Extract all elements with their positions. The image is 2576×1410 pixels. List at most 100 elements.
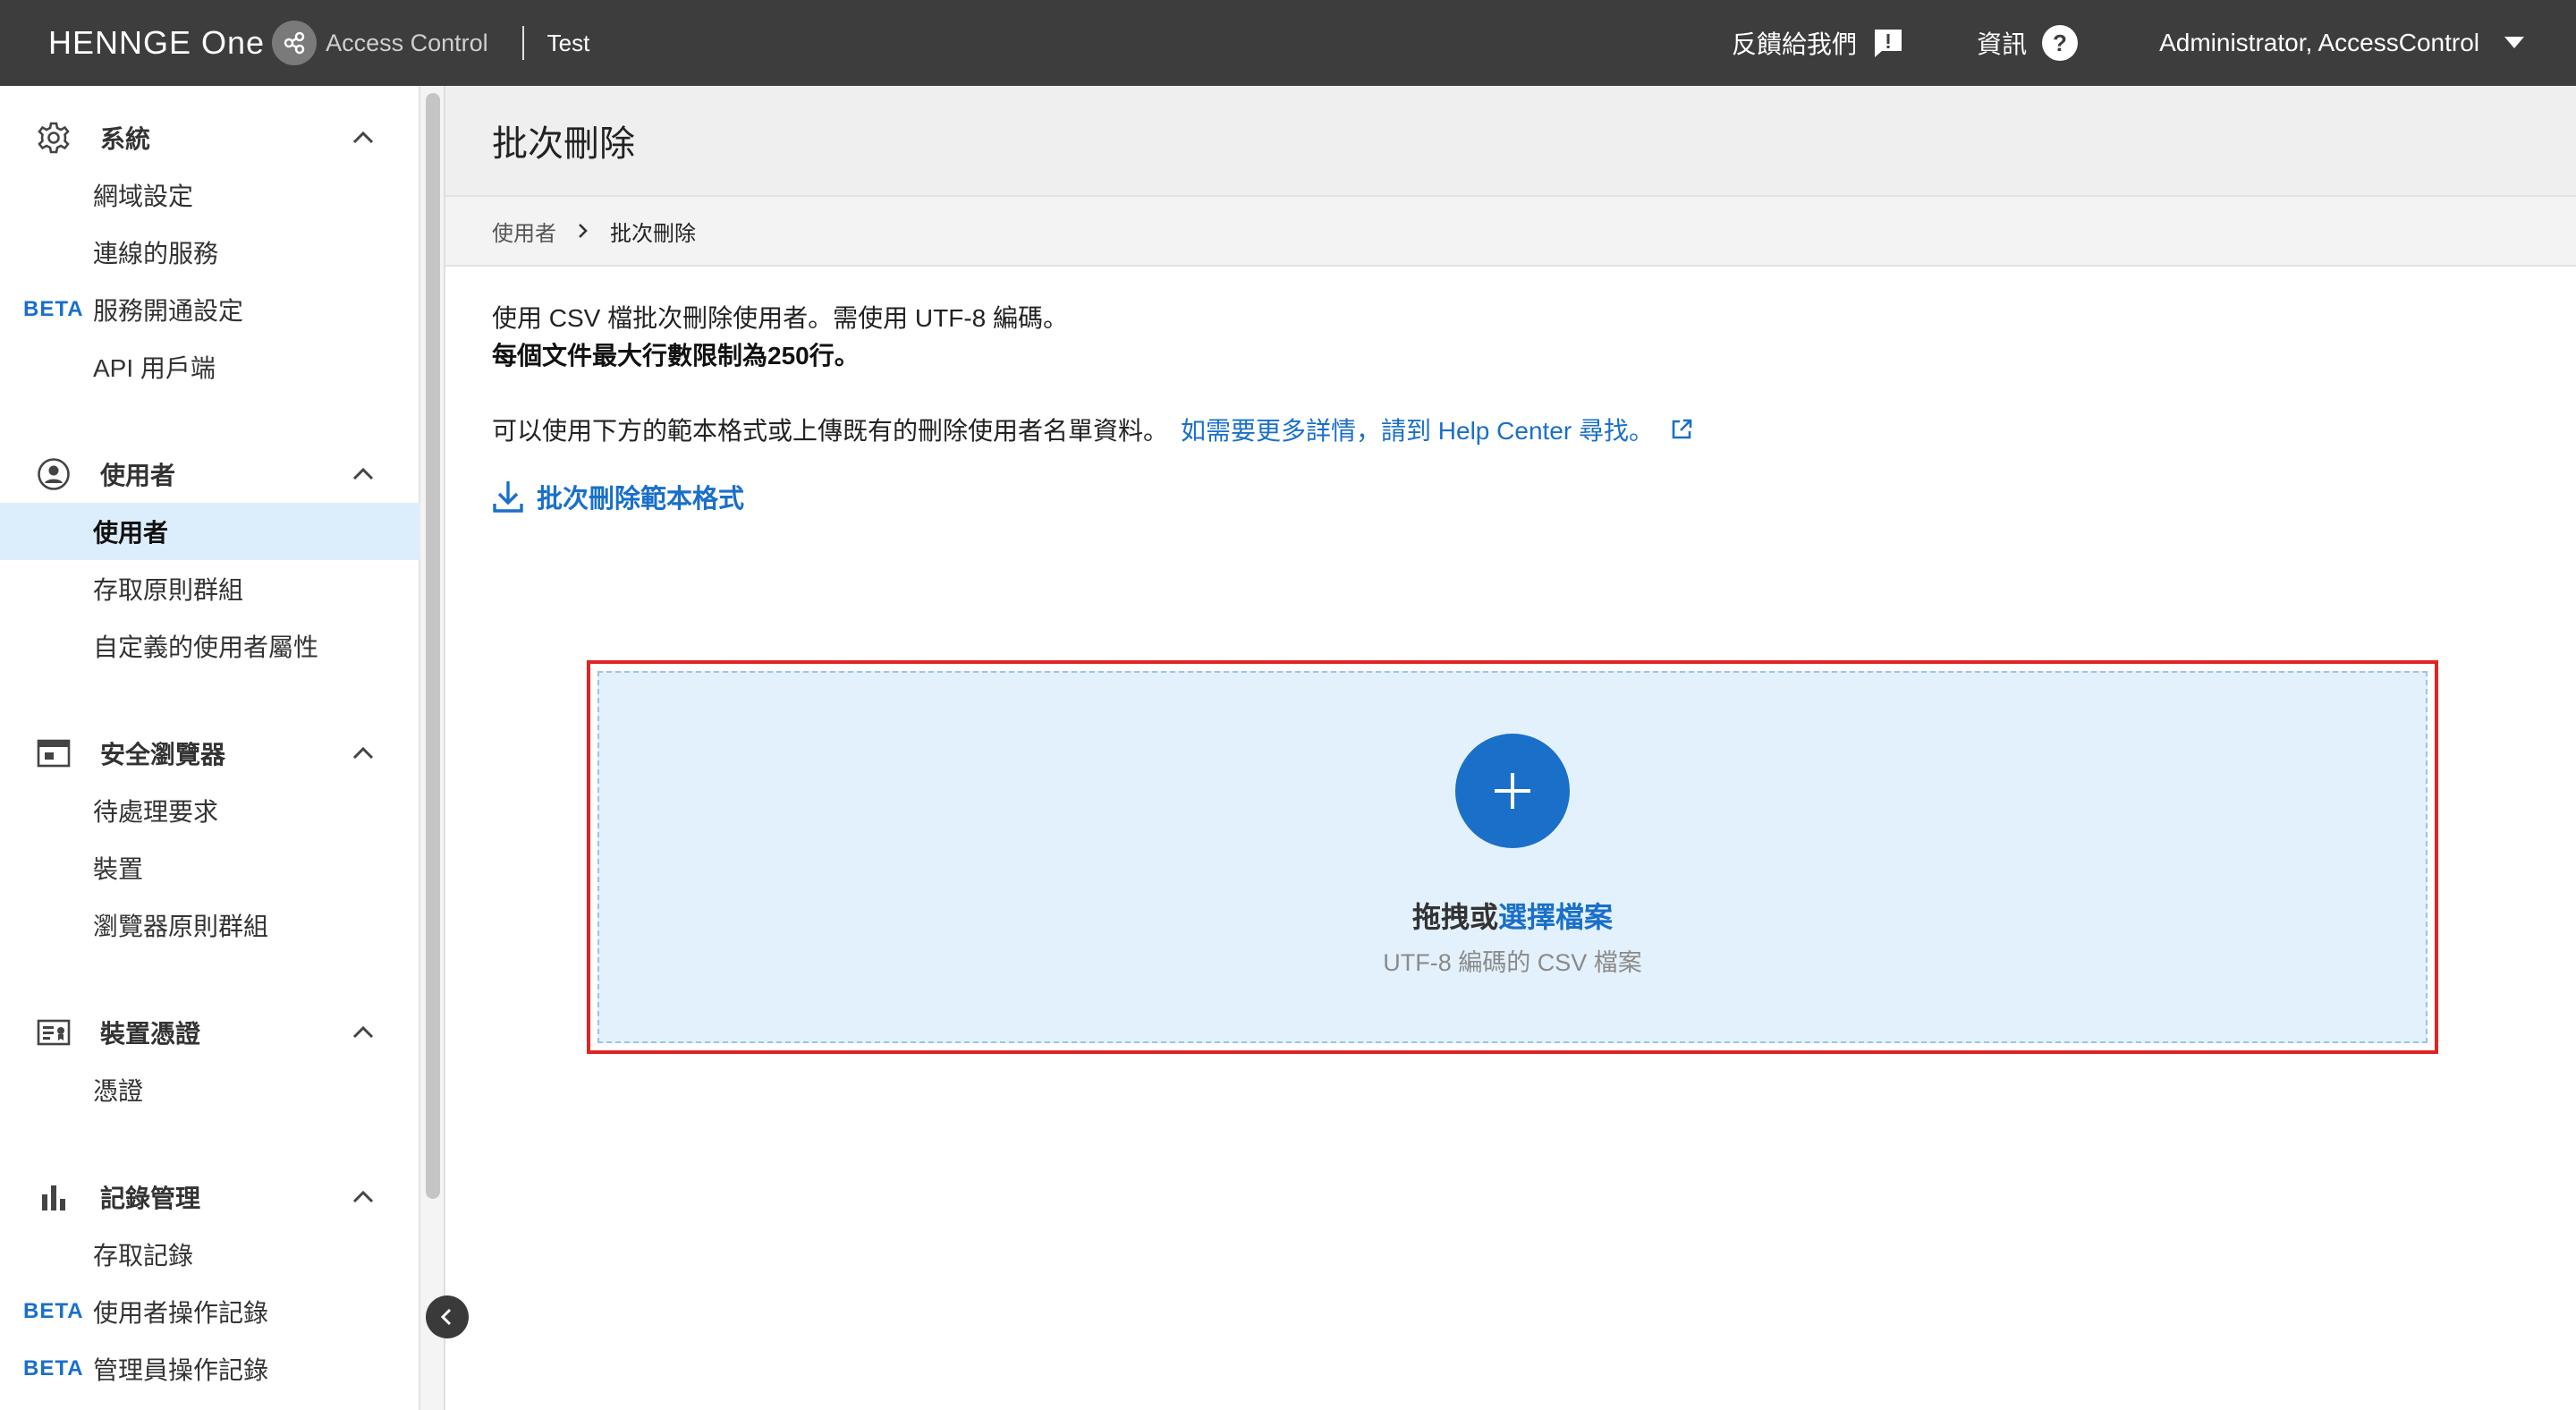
sidebar-section-header-system[interactable]: 系統	[0, 109, 420, 166]
brand-logo-icon	[272, 21, 318, 65]
sidebar-item-custom-user-attributes[interactable]: 自定義的使用者屬性	[0, 617, 420, 675]
dropzone-hint: UTF-8 編碼的 CSV 檔案	[1383, 949, 1642, 976]
sidebar-item-devices[interactable]: 裝置	[0, 839, 420, 896]
main-content: 批次刪除 使用者 批次刪除 使用 CSV 檔批次刪除使用者。需使用 UTF-8 …	[445, 86, 2576, 1410]
dropzone-instruction: 拖拽或選擇檔案	[599, 895, 2426, 936]
sidebar-item-label: 存取原則群組	[93, 576, 244, 604]
sidebar-section-secure-browser: 安全瀏覽器 待處理要求 裝置 瀏覽器原則群組	[0, 725, 420, 954]
sidebar-section-device-certificates: 裝置憑證 憑證	[0, 1004, 420, 1118]
file-dropzone[interactable]: 拖拽或選擇檔案 UTF-8 編碼的 CSV 檔案	[597, 671, 2428, 1043]
sidebar-section-title: 安全瀏覽器	[100, 741, 226, 769]
brand-name: HENNGE One	[48, 24, 266, 61]
browser-window-icon	[36, 737, 72, 769]
sidebar-section-title: 裝置憑證	[100, 1020, 201, 1048]
add-file-button[interactable]	[1455, 734, 1570, 848]
sidebar-item-provisioning-settings[interactable]: BETA 服務開通設定	[0, 281, 420, 338]
breadcrumb: 使用者 批次刪除	[445, 195, 2576, 267]
highlighted-dropzone-outline: 拖拽或選擇檔案 UTF-8 編碼的 CSV 檔案	[587, 660, 2438, 1054]
brand-product: Access Control	[326, 29, 488, 56]
sidebar-item-access-policy-groups[interactable]: 存取原則群組	[0, 560, 420, 617]
beta-badge: BETA	[23, 1299, 84, 1323]
sidebar-section-title: 系統	[100, 125, 151, 153]
tenant-name: Test	[547, 29, 590, 56]
external-link-icon	[1670, 418, 1693, 441]
sidebar-section-system: 系統 網域設定 連線的服務 BETA 服務開通設定 API 用戶端	[0, 109, 420, 395]
sidebar-item-certificates[interactable]: 憑證	[0, 1061, 420, 1118]
description-line-3-text: 可以使用下方的範本格式或上傳既有的刪除使用者名單資料。	[492, 417, 1169, 445]
sidebar-item-domain-settings[interactable]: 網域設定	[0, 166, 420, 224]
help-center-link[interactable]: 如需要更多詳情，請到 Help Center 尋找。	[1181, 412, 1693, 447]
sidebar-item-label: 待處理要求	[93, 798, 219, 826]
caret-down-icon	[2504, 37, 2524, 49]
sidebar-item-api-clients[interactable]: API 用戶端	[0, 338, 420, 395]
sidebar-item-label: 憑證	[93, 1077, 144, 1105]
description-line-3: 可以使用下方的範本格式或上傳既有的刪除使用者名單資料。 如需要更多詳情，請到 H…	[492, 412, 1693, 447]
sidebar-section-log-management: 記錄管理 存取記錄 BETA 使用者操作記錄 BETA 管理員操作記錄	[0, 1168, 420, 1397]
sidebar-item-access-logs[interactable]: 存取記錄	[0, 1226, 420, 1283]
sidebar-section-title: 記錄管理	[100, 1185, 201, 1212]
sidebar-item-label: 裝置	[93, 855, 144, 883]
bar-chart-icon	[36, 1181, 72, 1213]
chevron-up-icon[interactable]	[351, 741, 376, 770]
sidebar-section-header-log-management[interactable]: 記錄管理	[0, 1168, 420, 1226]
breadcrumb-parent-link[interactable]: 使用者	[492, 216, 556, 247]
gear-icon	[36, 122, 72, 154]
certificate-card-icon	[36, 1016, 72, 1049]
sidebar-item-user-operation-logs[interactable]: BETA 使用者操作記錄	[0, 1283, 420, 1340]
help-center-link-label: 如需要更多詳情，請到 Help Center 尋找。	[1181, 417, 1654, 445]
svg-text:?: ?	[2053, 30, 2067, 56]
beta-badge: BETA	[23, 1356, 84, 1380]
header-divider	[521, 26, 524, 60]
sidebar-item-pending-requests[interactable]: 待處理要求	[0, 782, 420, 839]
plus-icon	[1495, 773, 1530, 809]
beta-badge: BETA	[23, 297, 84, 321]
chevron-right-icon	[576, 222, 590, 240]
breadcrumb-current: 批次刪除	[610, 221, 696, 246]
sidebar-scrollbar[interactable]	[420, 86, 445, 1410]
sidebar-item-users[interactable]: 使用者	[0, 503, 420, 560]
sidebar-item-label: 瀏覽器原則群組	[93, 913, 269, 940]
chevron-up-icon[interactable]	[351, 125, 376, 155]
sidebar-item-label: 連線的服務	[93, 240, 219, 268]
page-title: 批次刪除	[492, 124, 635, 164]
dropzone-drag-text: 拖拽或	[1411, 901, 1498, 933]
top-header: HENNGE One Access Control Test 反饋給我們 資訊 …	[0, 0, 2576, 86]
feedback-label: 反饋給我們	[1732, 30, 1858, 58]
description-line-1: 使用 CSV 檔批次刪除使用者。需使用 UTF-8 編碼。	[492, 304, 1069, 332]
feedback-icon	[1871, 26, 1905, 60]
account-menu[interactable]: Administrator, AccessControl	[2159, 29, 2524, 57]
sidebar-section-title: 使用者	[100, 462, 176, 489]
info-label: 資訊	[1977, 30, 2028, 58]
sidebar-item-label: 存取記錄	[93, 1242, 194, 1270]
download-template-link[interactable]: 批次刪除範本格式	[492, 478, 744, 515]
brand[interactable]: HENNGE One Access Control	[48, 21, 488, 65]
sidebar: 系統 網域設定 連線的服務 BETA 服務開通設定 API 用戶端 使用者 使用…	[0, 86, 420, 1410]
help-question-icon: ?	[2041, 24, 2079, 62]
sidebar-item-browser-policy-groups[interactable]: 瀏覽器原則群組	[0, 896, 420, 954]
chevron-up-icon[interactable]	[351, 462, 376, 491]
download-icon	[492, 479, 524, 514]
sidebar-section-header-device-certificates[interactable]: 裝置憑證	[0, 1004, 420, 1061]
feedback-button[interactable]: 反饋給我們	[1732, 25, 1905, 61]
sidebar-item-label: 使用者	[93, 519, 169, 547]
sidebar-section-users: 使用者 使用者 存取原則群組 自定義的使用者屬性	[0, 446, 420, 675]
sidebar-item-label: 使用者操作記錄	[93, 1299, 269, 1327]
sidebar-item-connected-services[interactable]: 連線的服務	[0, 224, 420, 281]
sidebar-item-label: 自定義的使用者屬性	[93, 633, 319, 661]
download-template-label: 批次刪除範本格式	[537, 485, 745, 514]
sidebar-item-label: 網域設定	[93, 183, 194, 210]
sidebar-item-label: 管理員操作記錄	[93, 1356, 269, 1384]
info-button[interactable]: 資訊 ?	[1977, 24, 2079, 62]
choose-file-link[interactable]: 選擇檔案	[1498, 901, 1613, 933]
chevron-up-icon[interactable]	[351, 1020, 376, 1049]
sidebar-item-label: API 用戶端	[93, 354, 216, 382]
sidebar-scrollbar-thumb[interactable]	[426, 93, 440, 1199]
account-name: Administrator, AccessControl	[2159, 29, 2479, 56]
sidebar-item-label: 服務開通設定	[93, 297, 244, 325]
sidebar-item-admin-operation-logs[interactable]: BETA 管理員操作記錄	[0, 1340, 420, 1397]
sidebar-section-header-users[interactable]: 使用者	[0, 446, 420, 503]
page-header: 批次刪除	[445, 86, 2576, 195]
sidebar-section-header-secure-browser[interactable]: 安全瀏覽器	[0, 725, 420, 782]
chevron-up-icon[interactable]	[351, 1185, 376, 1214]
description-line-2: 每個文件最大行數限制為250行。	[492, 342, 860, 369]
